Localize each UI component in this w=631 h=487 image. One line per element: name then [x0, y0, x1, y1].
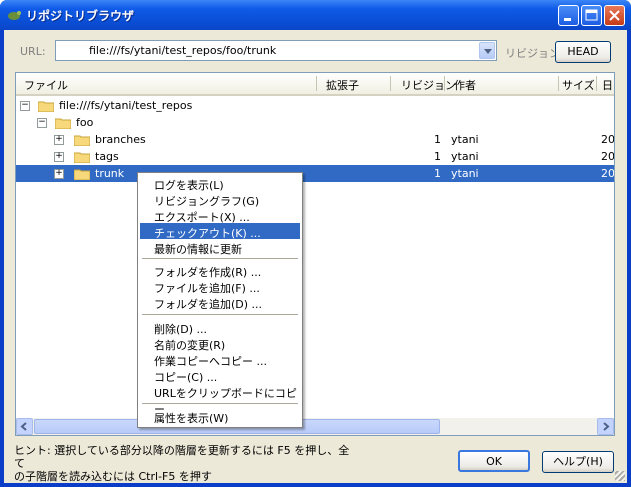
scroll-left-icon[interactable] — [16, 418, 33, 435]
scroll-right-icon[interactable] — [597, 418, 614, 435]
close-button[interactable] — [604, 5, 625, 26]
column-extension[interactable]: 拡張子 — [326, 77, 359, 93]
maximize-button[interactable] — [581, 5, 602, 26]
menu-separator — [142, 258, 298, 259]
context-menu: ログを表示(L) リビジョングラフ(G) エクスポート(X) ... チェックア… — [137, 172, 303, 428]
tree-item-label: tags — [95, 150, 119, 163]
menu-item-add-folder[interactable]: フォルダを追加(D) ... — [140, 294, 300, 311]
column-divider[interactable] — [596, 76, 597, 91]
date-cell: 20 — [601, 150, 615, 163]
menu-item-create-folder[interactable]: フォルダを作成(R) ... — [140, 262, 300, 279]
title-bar[interactable]: リポジトリブラウザ — [0, 0, 631, 30]
menu-item-revision-graph[interactable]: リビジョングラフ(G) — [140, 191, 300, 208]
folder-icon — [55, 118, 71, 129]
column-size[interactable]: サイズ — [562, 77, 595, 93]
menu-item-show-log[interactable]: ログを表示(L) — [140, 175, 300, 192]
menu-item-copy-to-working-copy[interactable]: 作業コピーへコピー ... — [140, 351, 300, 368]
revision-cell: 1 — [434, 167, 441, 180]
tree-item-label: branches — [95, 133, 146, 146]
folder-icon — [74, 169, 90, 180]
close-icon — [609, 10, 620, 21]
tree-row[interactable]: − foo — [16, 114, 614, 131]
folder-icon — [38, 101, 54, 112]
url-value: file:///fs/ytani/test_repos/foo/trunk — [89, 44, 277, 57]
expand-icon[interactable]: + — [54, 152, 64, 162]
folder-icon — [74, 152, 90, 163]
menu-item-rename[interactable]: 名前の変更(R) — [140, 335, 300, 352]
collapse-icon[interactable]: − — [37, 118, 47, 128]
tortoise-app-icon — [8, 11, 21, 20]
tree-item-label: file:///fs/ytani/test_repos — [59, 99, 193, 112]
repository-browser-window: リポジトリブラウザ URL: file:///fs/ytani/test_rep… — [0, 0, 631, 487]
column-file[interactable]: ファイル — [24, 77, 68, 93]
folder-icon — [74, 135, 90, 146]
column-divider[interactable] — [390, 76, 391, 91]
window-title: リポジトリブラウザ — [26, 9, 135, 23]
tree-row[interactable]: + branches 1 ytani 20 — [16, 131, 614, 148]
column-divider[interactable] — [558, 76, 559, 91]
column-divider[interactable] — [444, 76, 445, 91]
date-cell: 20 — [601, 133, 615, 146]
menu-item-copy-url[interactable]: URLをクリップボードにコピー — [140, 383, 300, 416]
menu-item-delete[interactable]: 削除(D) ... — [140, 319, 300, 336]
author-cell: ytani — [451, 133, 479, 146]
revision-cell: 1 — [434, 150, 441, 163]
horizontal-scrollbar[interactable] — [16, 418, 614, 435]
menu-item-add-file[interactable]: ファイルを追加(F) ... — [140, 278, 300, 295]
menu-item-checkout[interactable]: チェックアウト(K) ... — [140, 223, 300, 240]
column-revision[interactable]: リビジョン — [401, 77, 456, 93]
hint-text: ヒント: 選択している部分以降の階層を更新するには F5 を押し、全て の子階層… — [14, 444, 350, 483]
menu-separator — [142, 314, 298, 315]
tree-row-selected[interactable]: + trunk 1 ytani 20 — [16, 165, 614, 182]
minimize-button[interactable] — [558, 5, 579, 26]
tree-row[interactable]: + tags 1 ytani 20 — [16, 148, 614, 165]
tree-item-label: trunk — [95, 167, 125, 180]
menu-item-export[interactable]: エクスポート(X) ... — [140, 207, 300, 224]
expand-icon[interactable]: + — [54, 169, 64, 179]
resize-grip-icon[interactable] — [615, 471, 625, 481]
menu-item-properties[interactable]: 属性を表示(W) — [140, 408, 300, 425]
head-button[interactable]: HEAD — [555, 41, 611, 63]
menu-item-copy[interactable]: コピー(C) ... — [140, 367, 300, 384]
date-cell: 20 — [601, 167, 615, 180]
column-header: ファイル 拡張子 リビジョン 作者 サイズ 日 — [16, 73, 614, 96]
tree-item-label: foo — [76, 116, 94, 129]
expand-icon[interactable]: + — [54, 135, 64, 145]
minimize-icon — [564, 18, 571, 21]
column-date[interactable]: 日 — [602, 77, 613, 93]
author-cell: ytani — [451, 150, 479, 163]
column-divider[interactable] — [316, 76, 317, 91]
maximize-icon — [585, 9, 598, 21]
revision-cell: 1 — [434, 133, 441, 146]
repository-tree-list[interactable]: ファイル 拡張子 リビジョン 作者 サイズ 日 − file:///fs/yta… — [15, 72, 615, 436]
author-cell: ytani — [451, 167, 479, 180]
url-label: URL: — [20, 45, 46, 58]
collapse-icon[interactable]: − — [20, 101, 30, 111]
menu-separator — [142, 403, 298, 404]
chevron-down-icon[interactable] — [479, 42, 495, 59]
tree-row[interactable]: − file:///fs/ytani/test_repos — [16, 97, 614, 114]
ok-button[interactable]: OK — [458, 450, 530, 472]
url-combobox[interactable]: file:///fs/ytani/test_repos/foo/trunk — [55, 40, 497, 61]
help-button[interactable]: ヘルプ(H) — [542, 451, 614, 473]
column-author[interactable]: 作者 — [454, 77, 476, 93]
menu-item-refresh[interactable]: 最新の情報に更新 — [140, 239, 300, 256]
